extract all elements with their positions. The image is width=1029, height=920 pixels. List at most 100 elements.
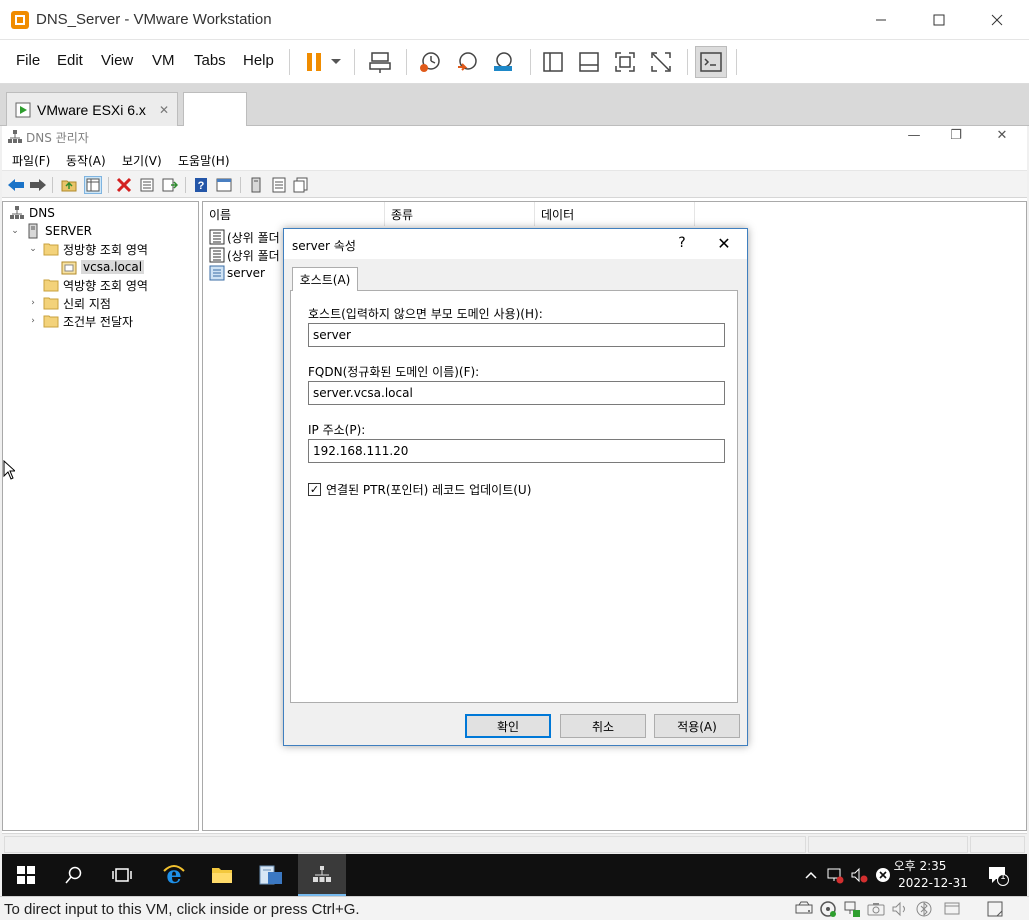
chevron-up-icon[interactable] [802,866,820,884]
cd-dvd-icon[interactable] [819,900,837,918]
tree-item-reverse-zones[interactable]: 역방향 조회 영역 [43,276,148,294]
help-button[interactable]: ? [672,235,692,251]
ptr-checkbox[interactable]: ✓ [308,483,321,496]
network-icon[interactable] [826,866,844,884]
chevron-right-icon[interactable]: › [27,316,39,326]
vmware-titlebar: DNS_Server - VMware Workstation [0,0,1029,40]
forward-arrow-icon[interactable] [29,176,47,194]
full-screen-icon[interactable] [609,46,641,78]
tree-item-server[interactable]: ⌄ SERVER [9,222,92,240]
clock-time[interactable]: 오후 2:35 [880,857,960,874]
display-icon[interactable] [943,900,961,918]
menu-vm[interactable]: VM [152,52,175,69]
tree-item-vcsa-local[interactable]: vcsa.local [61,258,145,276]
chevron-down-icon[interactable]: ⌄ [27,244,39,254]
menu-tabs[interactable]: Tabs [194,52,226,69]
notifications-icon[interactable]: 1 [986,863,1010,887]
minimize-button[interactable] [852,0,910,40]
close-button[interactable] [968,0,1026,40]
properties-icon[interactable] [138,176,156,194]
show-console-tree-icon[interactable] [215,176,233,194]
mouse-cursor-icon [3,459,17,483]
export-list-icon[interactable] [161,176,179,194]
tab-host[interactable]: 호스트(A) [292,267,358,291]
server-manager-icon[interactable] [247,854,295,896]
delete-icon[interactable] [115,176,133,194]
menu-view[interactable]: View [101,52,133,69]
menu-edit[interactable]: Edit [57,52,83,69]
tree-item-conditional-forwarders[interactable]: › 조건부 전달자 [27,312,133,330]
dialog-close-button[interactable]: ✕ [712,234,736,253]
cancel-button[interactable]: 취소 [560,714,646,738]
apply-button[interactable]: 적용(A) [654,714,740,738]
start-button[interactable] [2,854,50,896]
vmware-logo-icon [10,10,30,30]
column-header-data[interactable]: 데이터 [535,202,695,226]
sound-card-icon[interactable] [891,900,909,918]
list-item[interactable]: (상위 폴더 [209,246,285,264]
file-explorer-icon[interactable] [198,854,246,896]
clock-date[interactable]: 2022-12-31 [893,876,973,890]
server-icon [25,223,41,239]
dns-menu-file[interactable]: 파일(F) [12,152,50,169]
console-tree: DNS ⌄ SERVER ⌄ 정방향 조회 영역 vcsa.local 역방향 … [2,201,199,831]
back-arrow-icon[interactable] [7,176,25,194]
list-item[interactable]: server [209,264,285,282]
task-view-icon[interactable] [98,854,146,896]
show-hide-tree-icon[interactable] [84,176,102,194]
hard-disk-icon[interactable] [795,900,813,918]
tree-label: DNS [29,206,55,220]
dns-minimize-button[interactable]: — [902,128,926,146]
dns-menu-help[interactable]: 도움말(H) [178,152,230,169]
snapshot-manager-icon[interactable] [487,46,519,78]
internet-explorer-icon[interactable]: e [150,854,198,896]
vm-tab-strip: VMware ESXi 6.x ✕ [0,84,1029,126]
show-library-icon[interactable] [537,46,569,78]
list-item[interactable]: (상위 폴더 [209,228,285,246]
bluetooth-icon[interactable] [915,900,933,918]
message-log-icon[interactable] [983,900,1007,918]
menu-help[interactable]: Help [243,52,274,69]
network-adapter-icon[interactable] [843,900,861,918]
help-icon[interactable]: ? [192,176,210,194]
usb-camera-icon[interactable] [867,900,885,918]
records-icon[interactable] [270,176,288,194]
search-icon[interactable] [50,854,98,896]
column-header-type[interactable]: 종류 [385,202,535,226]
snapshot-icon[interactable] [414,46,446,78]
tree-label: SERVER [45,224,93,238]
dns-close-button[interactable]: ✕ [990,128,1014,146]
send-ctrl-alt-del-icon[interactable] [364,46,396,78]
revert-snapshot-icon[interactable] [451,46,483,78]
up-folder-icon[interactable] [60,176,78,194]
dns-manager-taskbar-icon[interactable] [298,854,346,896]
chevron-right-icon[interactable]: › [27,298,39,308]
unity-icon[interactable] [645,46,677,78]
host-input[interactable] [308,323,725,347]
dns-restore-button[interactable]: ❐ [944,128,968,146]
volume-muted-icon[interactable] [850,866,868,884]
menu-file[interactable]: File [16,52,40,69]
copy-records-icon[interactable] [292,176,310,194]
fqdn-field[interactable] [308,381,725,405]
toolbar-separator [108,177,109,193]
maximize-button[interactable] [910,0,968,40]
console-view-icon[interactable] [695,46,727,78]
tab-vmware-esxi[interactable]: VMware ESXi 6.x ✕ [6,92,178,126]
dns-status-bar [2,833,1027,854]
dns-menu-view[interactable]: 보기(V) [122,152,162,169]
column-header-name[interactable]: 이름 [203,202,385,226]
ip-address-input[interactable] [308,439,725,463]
show-thumbnail-bar-icon[interactable] [573,46,605,78]
tree-item-trust-points[interactable]: › 신뢰 지점 [27,294,111,312]
tree-item-forward-zones[interactable]: ⌄ 정방향 조회 영역 [27,240,148,258]
tab-blank[interactable] [183,92,247,126]
chevron-down-icon[interactable] [324,46,348,78]
chevron-down-icon[interactable]: ⌄ [9,226,21,236]
server-icon[interactable] [247,176,265,194]
close-icon[interactable]: ✕ [159,103,169,117]
tree-item-dns[interactable]: DNS [9,204,55,222]
toolbar-separator [354,49,355,75]
ok-button[interactable]: 확인 [465,714,551,738]
dns-menu-action[interactable]: 동작(A) [66,152,106,169]
